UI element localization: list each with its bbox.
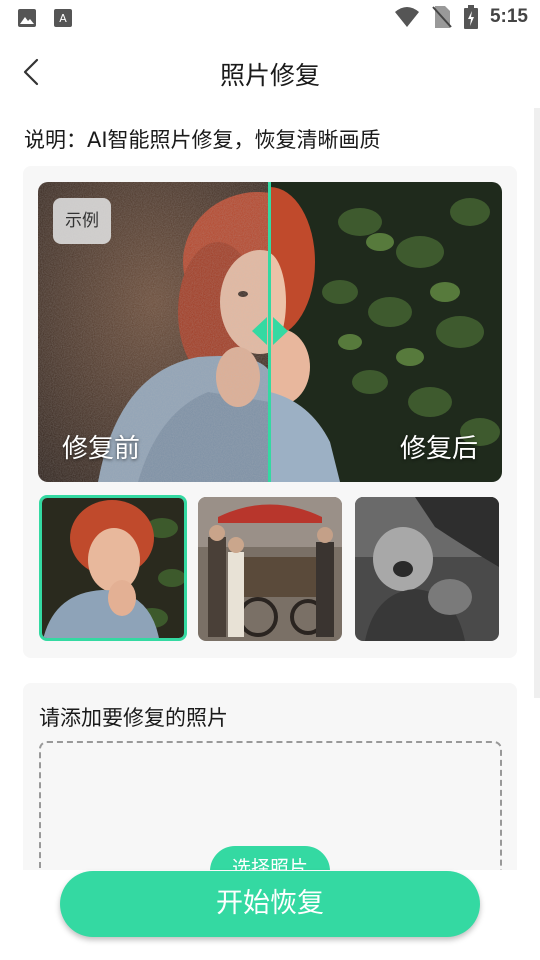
before-label: 修复前: [62, 434, 141, 464]
no-sim-icon: [432, 6, 452, 28]
thumbnail-crying-child-bw[interactable]: [355, 497, 499, 641]
status-time: 5:15: [489, 6, 528, 27]
page-title: 照片修复: [219, 61, 320, 90]
after-label: 修复后: [399, 434, 478, 464]
upload-title: 请添加要修复的照片: [39, 706, 228, 730]
thumbnail-street-vendor-scene[interactable]: [198, 497, 342, 641]
start-restore-button[interactable]: 开始恢复: [60, 871, 480, 937]
thumbnail-image: [198, 497, 342, 641]
thumbnail-red-hair-portrait[interactable]: [39, 495, 187, 641]
before-after-comparison[interactable]: 示例 修复前 修复后: [38, 182, 502, 482]
scrollbar: [534, 108, 540, 698]
wifi-icon: [394, 7, 419, 27]
image-icon: [18, 9, 36, 27]
font-app-icon: A: [54, 9, 72, 27]
battery-charging-icon: [463, 5, 478, 29]
example-badge: 示例: [53, 198, 111, 244]
description-text: 说明：AI智能照片修复，恢复清晰画质: [24, 128, 381, 152]
thumbnail-image: [42, 498, 184, 638]
status-bar: A 5:15: [0, 0, 540, 36]
title-bar: 照片修复: [0, 46, 540, 98]
svg-text:A: A: [59, 12, 67, 25]
slider-handle-icon[interactable]: [252, 315, 288, 347]
thumbnail-image: [355, 497, 499, 641]
